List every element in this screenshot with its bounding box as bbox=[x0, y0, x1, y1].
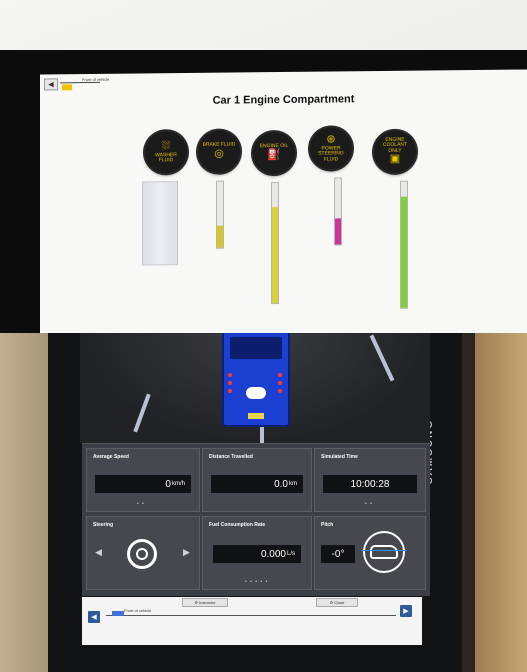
bus-vehicle bbox=[222, 333, 290, 427]
steer-right-icon[interactable]: ▶ bbox=[183, 547, 190, 558]
pitch-readout: -0° bbox=[321, 545, 355, 563]
brake-fluid-dipstick[interactable] bbox=[216, 180, 224, 249]
lane-marking bbox=[133, 393, 151, 433]
engine-compartment-screen: ◀ Front of vehicle Car 1 Engine Compartm… bbox=[40, 69, 527, 333]
panel-title: Average Speed bbox=[93, 454, 129, 460]
steering-wheel-icon: ⊛ bbox=[326, 133, 336, 146]
page-dots: • • bbox=[137, 501, 145, 507]
power-steering-cap[interactable]: ⊛ POWER STEERING FLUID bbox=[310, 127, 352, 170]
bus-tail-light bbox=[278, 381, 282, 385]
lane-marking bbox=[369, 334, 395, 382]
bus-tail-light bbox=[228, 389, 232, 393]
readout-unit: km bbox=[289, 481, 297, 487]
bus-license-plate bbox=[248, 413, 264, 419]
brake-fluid-level bbox=[217, 225, 223, 248]
bus-logo bbox=[246, 387, 266, 399]
readout-value: -0° bbox=[331, 548, 345, 560]
engine-oil-dipstick[interactable] bbox=[271, 182, 279, 305]
coolant-dipstick[interactable] bbox=[400, 180, 408, 309]
bus-tail-light bbox=[278, 373, 282, 377]
bus-tail-light bbox=[228, 373, 232, 377]
vehicle-nav-bar: ◀ Front of vehicle bbox=[44, 73, 524, 92]
instructor-tab[interactable]: ⚙ Instructor bbox=[182, 598, 228, 607]
readout-value: 0.000 bbox=[260, 548, 286, 560]
engine-oil-level bbox=[272, 207, 278, 304]
steering-wheel-icon[interactable] bbox=[127, 539, 157, 569]
engine-compartment-photo: ◀ Front of vehicle Car 1 Engine Compartm… bbox=[0, 0, 527, 333]
readout-value: 10:00:28 bbox=[350, 478, 390, 490]
bus-rear-window bbox=[230, 337, 282, 359]
bus-tail-light bbox=[278, 389, 282, 393]
vehicle-track bbox=[106, 615, 396, 616]
washer-fluid-reservoir bbox=[142, 181, 178, 266]
average-speed-readout: 0 km/h bbox=[95, 475, 191, 493]
dashboard-panel: Average Speed 0 km/h • • Distance Travell… bbox=[82, 443, 430, 596]
vehicle-position-marker[interactable] bbox=[112, 611, 124, 616]
simulation-view bbox=[80, 333, 430, 443]
simulated-time-panel: Simulated Time 10:00:28 • • bbox=[314, 448, 426, 512]
engine-oil-cap[interactable]: ENGINE OIL ⛽ bbox=[253, 131, 295, 175]
steering-panel: Steering ◀ ▶ bbox=[86, 516, 200, 590]
simulated-time-readout: 10:00:28 bbox=[323, 475, 417, 493]
car-shape bbox=[370, 545, 398, 559]
readout-unit: L/s bbox=[286, 551, 295, 557]
page-dots: • • • • • bbox=[245, 579, 269, 585]
washer-fluid-icon: ⛆ bbox=[161, 139, 171, 152]
steer-left-icon[interactable]: ◀ bbox=[95, 547, 102, 558]
brake-fluid-cap[interactable]: BRAKE FLUID ◎ bbox=[198, 130, 240, 173]
wall-right bbox=[475, 333, 527, 672]
nav-prev-button[interactable]: ◀ bbox=[88, 611, 100, 623]
nav-next-button[interactable]: ▶ bbox=[400, 605, 412, 617]
nav-label: Front of vehicle bbox=[82, 76, 110, 83]
nav-position-marker[interactable] bbox=[62, 84, 72, 91]
distance-readout: 0.0 km bbox=[211, 475, 303, 493]
panel-title: Fuel Consumption Rate bbox=[209, 522, 266, 528]
steering-wheel-hub bbox=[136, 548, 148, 560]
close-tab[interactable]: ⚙ Close bbox=[316, 598, 358, 607]
bottom-nav-bar: ⚙ Instructor ⚙ Close ◀ ▶ Front of vehicl… bbox=[82, 597, 422, 645]
fuel-consumption-panel: Fuel Consumption Rate 0.000 L/s • • • • • bbox=[202, 516, 312, 590]
readout-value: 0.0 bbox=[274, 478, 288, 490]
coolant-level bbox=[401, 196, 407, 308]
power-steering-dipstick[interactable] bbox=[334, 177, 342, 246]
panel-title: Pitch bbox=[321, 522, 334, 528]
readout-unit: km/h bbox=[171, 481, 185, 487]
pitch-car-icon bbox=[363, 531, 405, 573]
cap-label: POWER STEERING FLUID bbox=[318, 145, 344, 163]
nav-label: Front of vehicle bbox=[124, 608, 152, 613]
nav-prev-button[interactable]: ◀ bbox=[44, 78, 58, 91]
cap-label: ENGINE COOLANT ONLY bbox=[382, 136, 408, 154]
cap-label: WASHER FLUID bbox=[155, 151, 177, 164]
oil-can-icon: ⛽ bbox=[267, 148, 281, 161]
page-title: Car 1 Engine Compartment bbox=[212, 93, 355, 107]
washer-fluid-cap[interactable]: ⛆ WASHER FLUID bbox=[145, 131, 187, 174]
panel-title: Distance Travelled bbox=[209, 454, 253, 460]
bus-tail-light bbox=[228, 381, 232, 385]
pitch-horizon-line bbox=[361, 550, 407, 551]
panel-title: Steering bbox=[93, 522, 114, 528]
fuel-consumption-readout: 0.000 L/s bbox=[213, 545, 301, 563]
average-speed-panel: Average Speed 0 km/h • • bbox=[86, 448, 200, 512]
wall-left bbox=[0, 333, 48, 672]
pitch-panel: Pitch -0° bbox=[314, 516, 426, 590]
nav-track bbox=[60, 81, 100, 84]
readout-value: 0 bbox=[165, 478, 171, 490]
coolant-cap[interactable]: ENGINE COOLANT ONLY ▣ bbox=[374, 130, 416, 174]
brake-fluid-icon: ◎ bbox=[214, 147, 224, 160]
panel-title: Simulated Time bbox=[321, 454, 358, 460]
page-dots: • • bbox=[365, 501, 373, 507]
power-steering-level bbox=[335, 218, 341, 245]
coolant-icon: ▣ bbox=[389, 153, 401, 166]
distance-panel: Distance Travelled 0.0 km bbox=[202, 448, 312, 512]
